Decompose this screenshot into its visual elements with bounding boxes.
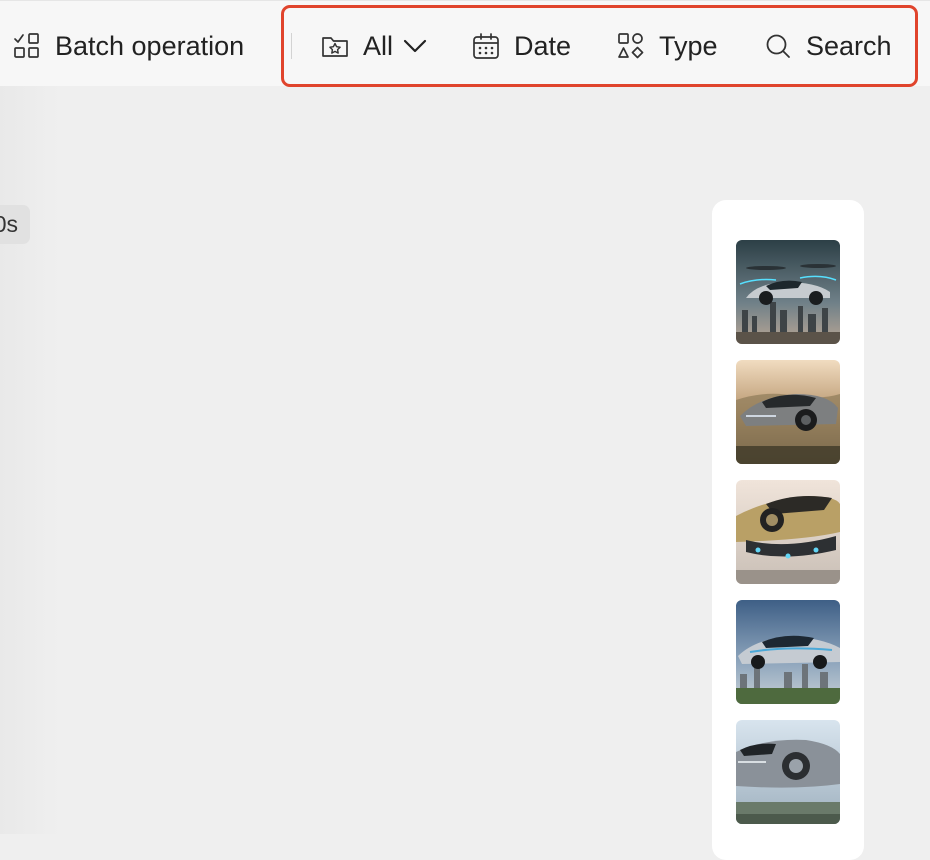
- search-label: Search: [806, 30, 892, 61]
- flying-car-city-thumbnail: [736, 240, 840, 344]
- folder-filter-label: All: [363, 30, 394, 61]
- chevron-down-icon: [403, 38, 427, 54]
- type-filter-label: Type: [659, 30, 718, 61]
- toolbar-divider: [291, 33, 292, 59]
- duration-badge: 0s: [0, 205, 30, 244]
- batch-operation-label: Batch operation: [55, 30, 245, 61]
- thumbnail-1[interactable]: [736, 240, 840, 344]
- search-button[interactable]: Search: [764, 23, 892, 69]
- folder-filter-dropdown[interactable]: All: [321, 23, 427, 69]
- flying-car-gold-thumbnail: [736, 480, 840, 584]
- batch-operation-button[interactable]: Batch operation: [13, 23, 244, 69]
- thumbnail-4[interactable]: [736, 600, 840, 704]
- starred-folder-icon: [321, 32, 349, 60]
- search-icon: [764, 32, 792, 60]
- thumbnail-2[interactable]: [736, 360, 840, 464]
- timeline-edge: [0, 86, 60, 834]
- thumbnail-panel: [712, 200, 864, 860]
- batch-select-icon: [13, 32, 41, 60]
- date-filter-label: Date: [514, 30, 572, 61]
- thumbnail-3[interactable]: [736, 480, 840, 584]
- flying-car-chrome-thumbnail: [736, 720, 840, 824]
- shapes-icon: [617, 32, 645, 60]
- thumbnail-5[interactable]: [736, 720, 840, 824]
- date-filter-button[interactable]: Date: [472, 23, 571, 69]
- flying-car-silver-city-thumbnail: [736, 600, 840, 704]
- top-toolbar: Batch operation All Date Type Search: [0, 0, 930, 86]
- flying-car-desert-thumbnail: [736, 360, 840, 464]
- type-filter-button[interactable]: Type: [617, 23, 718, 69]
- calendar-icon: [472, 32, 500, 60]
